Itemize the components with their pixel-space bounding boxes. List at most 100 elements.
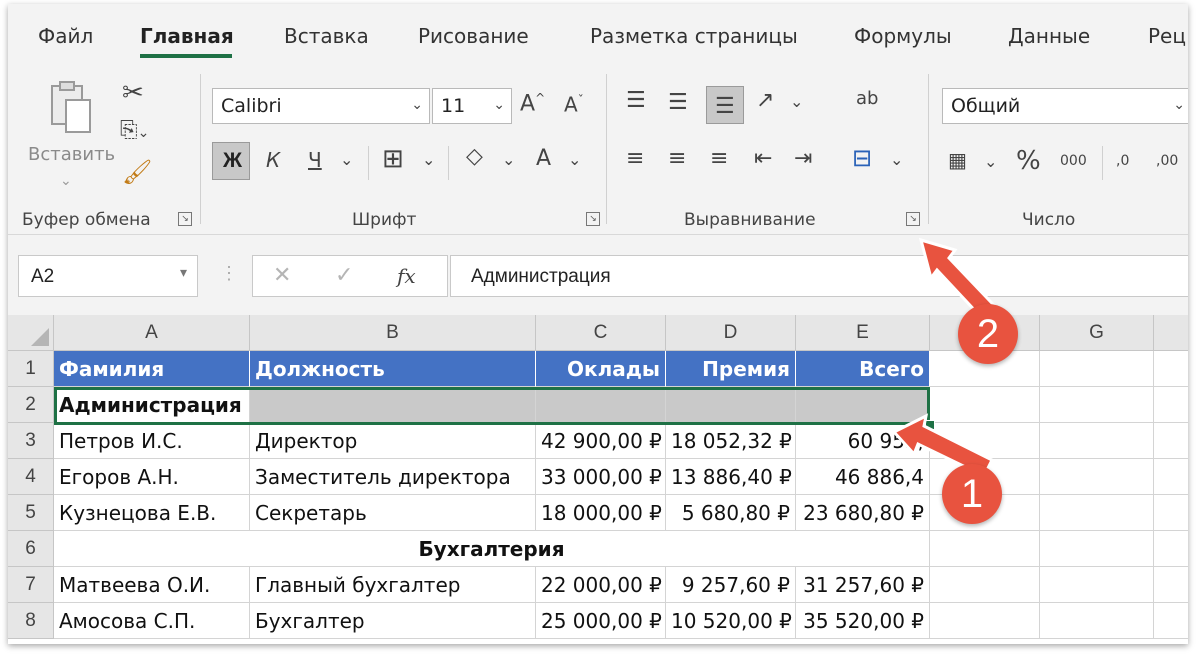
percent-button[interactable]: % [1016, 148, 1041, 174]
cell-c8[interactable]: 25 000,00 ₽ [536, 603, 666, 639]
cell-b5[interactable]: Секретарь [250, 495, 536, 531]
chevron-down-icon[interactable]: ⌄ [422, 152, 435, 168]
fill-color-icon[interactable]: ◇ [466, 146, 483, 168]
merged-section-cell[interactable]: Бухгалтерия [54, 531, 930, 567]
cell-g2[interactable] [1040, 387, 1154, 423]
cell-b4[interactable]: Заместитель директора [250, 459, 536, 495]
tab-draw[interactable]: Рисование [418, 24, 529, 48]
tab-home[interactable]: Главная [140, 24, 234, 48]
cell-g5[interactable] [1040, 495, 1154, 531]
cell-f8[interactable] [930, 603, 1040, 639]
align-top-icon[interactable]: ☰ [626, 90, 646, 112]
align-bottom-button[interactable]: ☰ [706, 86, 744, 124]
row-header-8[interactable]: 8 [8, 603, 54, 639]
cell-a4[interactable]: Егоров А.Н. [54, 459, 250, 495]
decrease-indent-icon[interactable]: ⇤ [754, 148, 772, 170]
cell-e1[interactable]: Всего [796, 351, 930, 387]
align-center-icon[interactable]: ≡ [668, 148, 686, 170]
check-icon[interactable]: ✓ [335, 262, 353, 288]
cell-e5[interactable]: 23 680,80 ₽ [796, 495, 930, 531]
cell-a1[interactable]: Фамилия [54, 351, 250, 387]
tab-insert[interactable]: Вставка [284, 24, 369, 48]
cell-d1[interactable]: Премия [666, 351, 796, 387]
name-box[interactable]: A2 ▾ [18, 255, 198, 297]
increase-decimal-button[interactable]: ,0 [1116, 154, 1129, 168]
cell-b7[interactable]: Главный бухгалтер [250, 567, 536, 603]
cell-c1[interactable]: Оклады [536, 351, 666, 387]
tab-data[interactable]: Данные [1008, 24, 1090, 48]
cell-d7[interactable]: 9 257,60 ₽ [666, 567, 796, 603]
cell-h7[interactable] [1154, 567, 1188, 603]
wrap-text-icon[interactable]: ab [856, 90, 878, 108]
cell-g7[interactable] [1040, 567, 1154, 603]
italic-button[interactable]: К [266, 150, 280, 170]
font-name-select[interactable]: Calibri ⌄ [212, 88, 430, 124]
decrease-decimal-button[interactable]: ,00 [1156, 154, 1178, 168]
align-middle-icon[interactable]: ☰ [668, 92, 688, 114]
column-header-d[interactable]: D [666, 315, 796, 351]
cell-c4[interactable]: 33 000,00 ₽ [536, 459, 666, 495]
cell-a3[interactable]: Петров И.С. [54, 423, 250, 459]
thousands-separator-button[interactable]: 000 [1060, 154, 1087, 168]
column-header-a[interactable]: A [54, 315, 250, 351]
cell-b8[interactable]: Бухгалтер [250, 603, 536, 639]
cell-h2[interactable] [1154, 387, 1188, 423]
chevron-down-icon[interactable]: ⌄ [890, 152, 903, 168]
cancel-icon[interactable]: ✕ [273, 262, 291, 288]
cell-g4[interactable] [1040, 459, 1154, 495]
cell-d8[interactable]: 10 520,00 ₽ [666, 603, 796, 639]
increase-indent-icon[interactable]: ⇥ [794, 148, 812, 170]
grow-font-icon[interactable]: A^ [520, 92, 545, 115]
cell-a5[interactable]: Кузнецова Е.В. [54, 495, 250, 531]
row-header-1[interactable]: 1 [8, 351, 54, 387]
tab-review[interactable]: Рец [1148, 24, 1186, 48]
cell-d5[interactable]: 5 680,80 ₽ [666, 495, 796, 531]
tab-formulas[interactable]: Формулы [854, 24, 952, 48]
number-format-select[interactable]: Общий ⌄ [942, 88, 1188, 124]
cell-e8[interactable]: 35 520,00 ₽ [796, 603, 930, 639]
column-header-c[interactable]: C [536, 315, 666, 351]
cell-a2[interactable]: Администрация [54, 387, 250, 423]
column-header-b[interactable]: B [250, 315, 536, 351]
borders-icon[interactable]: ⊞ [382, 146, 404, 172]
cell-a8[interactable]: Амосова С.П. [54, 603, 250, 639]
cell-h3[interactable] [1154, 423, 1188, 459]
cell-c2[interactable] [536, 387, 666, 423]
cell-e7[interactable]: 31 257,60 ₽ [796, 567, 930, 603]
chevron-down-icon[interactable]: ⌄ [984, 154, 997, 170]
cell-b3[interactable]: Директор [250, 423, 536, 459]
cut-icon[interactable]: ✂ [122, 80, 144, 106]
clipboard-launcher-icon[interactable]: ↘ [178, 212, 192, 226]
cell-h6[interactable] [1154, 531, 1188, 567]
row-header-6[interactable]: 6 [8, 531, 54, 567]
copy-icon[interactable]: ⎘⌄ [120, 120, 149, 142]
cell-a7[interactable]: Матвеева О.И. [54, 567, 250, 603]
cell-g3[interactable] [1040, 423, 1154, 459]
tab-file[interactable]: Файл [38, 24, 93, 48]
cell-c7[interactable]: 22 000,00 ₽ [536, 567, 666, 603]
alignment-launcher-icon[interactable]: ↘ [906, 212, 920, 226]
align-right-icon[interactable]: ≡ [710, 148, 728, 170]
cell-g8[interactable] [1040, 603, 1154, 639]
column-header-g[interactable]: G [1040, 315, 1154, 351]
chevron-down-icon[interactable]: ⌄ [340, 152, 353, 168]
chevron-down-icon[interactable]: ⌄ [790, 94, 803, 110]
cell-h1[interactable] [1154, 351, 1188, 387]
row-header-5[interactable]: 5 [8, 495, 54, 531]
shrink-font-icon[interactable]: Aˇ [564, 94, 584, 115]
cell-b2[interactable] [250, 387, 536, 423]
formula-input[interactable]: Администрация [450, 255, 1188, 297]
font-size-select[interactable]: 11 ⌄ [432, 88, 512, 124]
cell-d4[interactable]: 13 886,40 ₽ [666, 459, 796, 495]
cell-d3[interactable]: 18 052,32 ₽ [666, 423, 796, 459]
cell-h8[interactable] [1154, 603, 1188, 639]
row-header-3[interactable]: 3 [8, 423, 54, 459]
currency-format-icon[interactable]: ▦ [948, 150, 967, 170]
row-header-2[interactable]: 2 [8, 387, 54, 423]
cell-h5[interactable] [1154, 495, 1188, 531]
chevron-down-icon[interactable]: ⌄ [568, 152, 581, 168]
worksheet-grid[interactable]: A B C D E G 1 Фамилия Должность Оклады Преми… [8, 315, 1188, 644]
cell-c5[interactable]: 18 000,00 ₽ [536, 495, 666, 531]
bold-button[interactable]: Ж [212, 142, 250, 180]
cell-d2[interactable] [666, 387, 796, 423]
